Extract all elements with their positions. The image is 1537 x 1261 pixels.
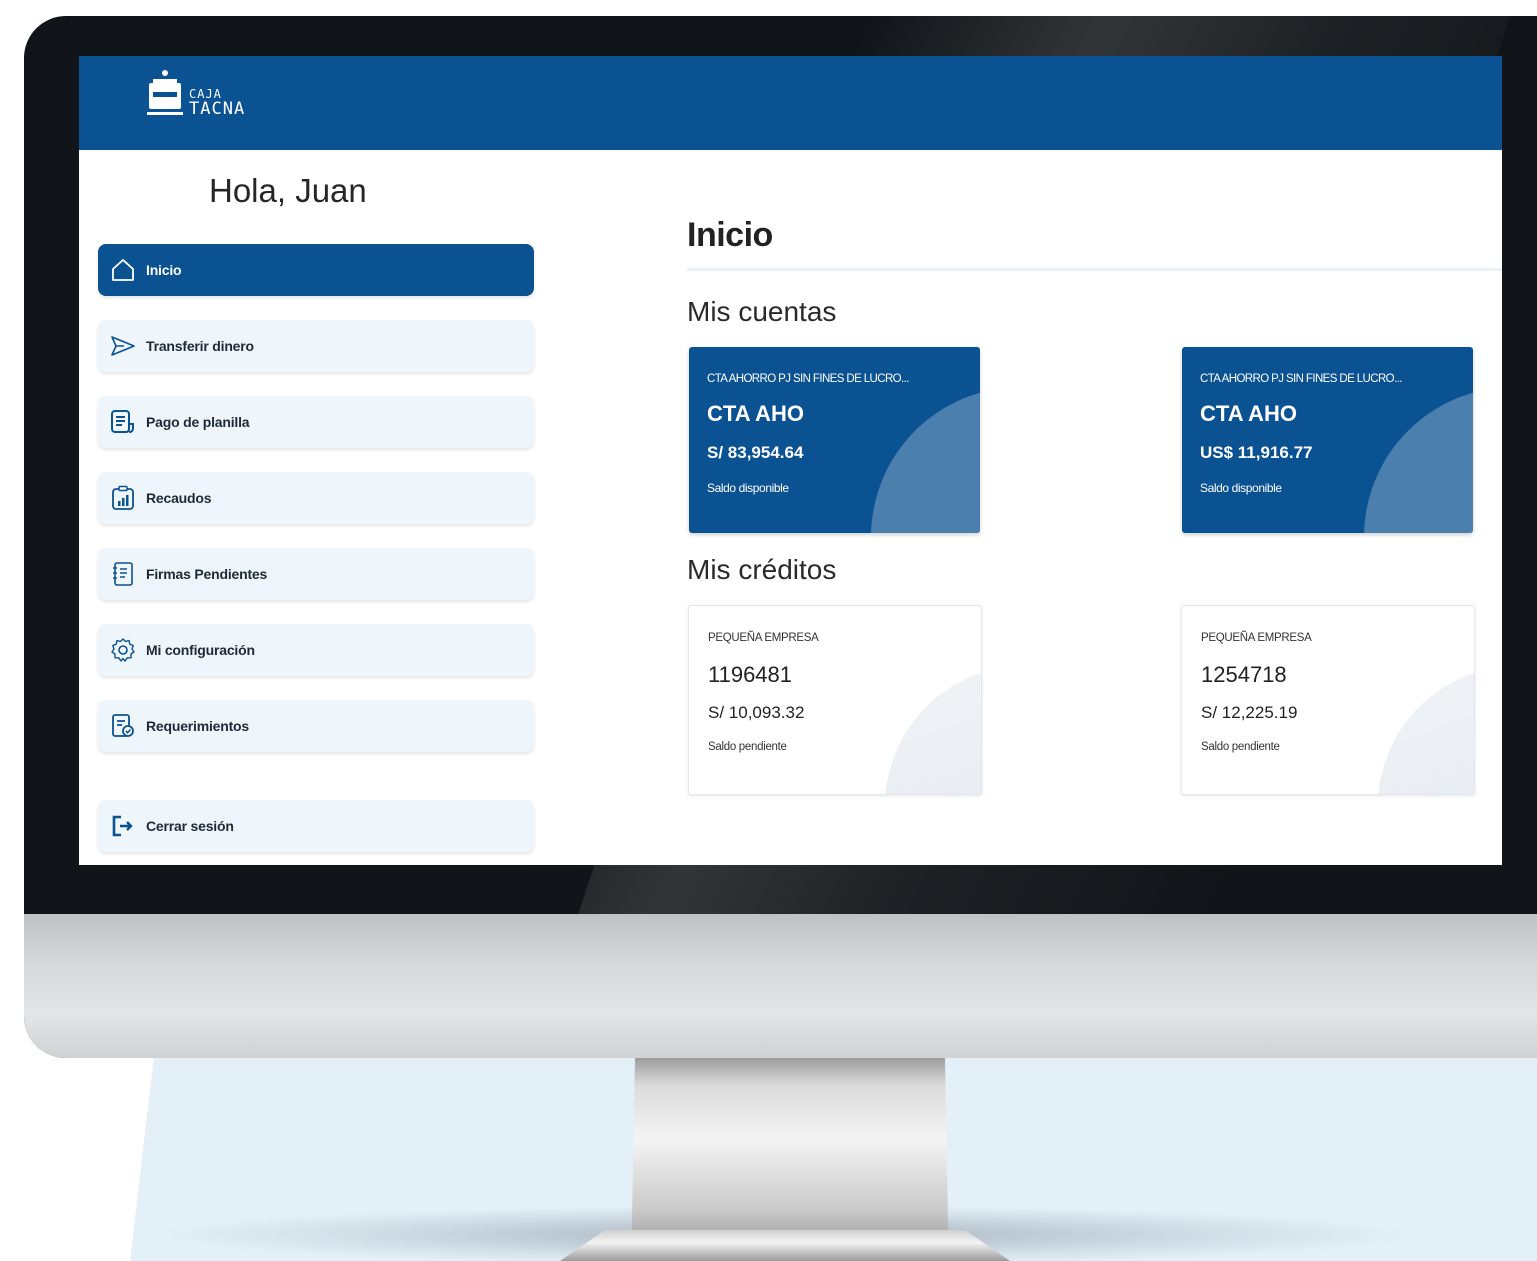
account-type: CTA AHORRO PJ SIN FINES DE LUCRO... <box>707 373 909 385</box>
account-name: CTA AHO <box>1200 401 1297 426</box>
gear-icon <box>110 637 136 663</box>
sidebar-item-label: Inicio <box>146 262 182 278</box>
title-divider <box>687 268 1502 271</box>
logout-icon <box>110 813 136 839</box>
monitor-stand-base <box>560 1230 1010 1261</box>
card-decoration <box>871 387 980 533</box>
sidebar-item-firmas-pendientes[interactable]: Firmas Pendientes <box>98 548 534 600</box>
sidebar-item-label: Mi configuración <box>146 642 255 658</box>
account-balance: S/ 83,954.64 <box>707 443 804 462</box>
logo-text: CAJA TACNA <box>189 87 246 119</box>
sidebar-item-inicio[interactable]: Inicio <box>98 244 534 296</box>
credits-section-title: Mis créditos <box>687 554 837 585</box>
sidebar-item-pago-de-planilla[interactable]: Pago de planilla <box>98 396 534 448</box>
logout-button[interactable]: Cerrar sesión <box>98 800 534 852</box>
card-decoration <box>1364 387 1473 533</box>
credit-balance-caption: Saldo pendiente <box>708 741 787 753</box>
send-icon <box>110 333 136 359</box>
home-icon <box>110 257 136 283</box>
logo-mark-icon <box>145 67 185 119</box>
credit-card[interactable]: PEQUEÑA EMPRESA 1196481 S/ 10,093.32 Sal… <box>688 605 982 795</box>
card-decoration <box>1378 666 1474 794</box>
card-decoration <box>885 666 981 794</box>
credit-number: 1254718 <box>1201 662 1287 687</box>
sidebar-item-transferir-dinero[interactable]: Transferir dinero <box>98 320 534 372</box>
request-form-icon <box>110 713 136 739</box>
logout-label: Cerrar sesión <box>146 818 234 834</box>
credit-balance: S/ 12,225.19 <box>1201 703 1298 722</box>
sidebar-item-mi-configuracion[interactable]: Mi configuración <box>98 624 534 676</box>
sidebar-item-label: Requerimientos <box>146 718 249 734</box>
notebook-icon <box>110 561 136 587</box>
sidebar-item-recaudos[interactable]: Recaudos <box>98 472 534 524</box>
credit-type: PEQUEÑA EMPRESA <box>1201 632 1312 644</box>
credit-balance-caption: Saldo pendiente <box>1201 741 1280 753</box>
accounts-section-title: Mis cuentas <box>687 296 837 327</box>
credit-card[interactable]: PEQUEÑA EMPRESA 1254718 S/ 12,225.19 Sal… <box>1181 605 1475 795</box>
document-icon <box>110 409 136 435</box>
account-card[interactable]: CTA AHORRO PJ SIN FINES DE LUCRO... CTA … <box>1182 347 1473 533</box>
credit-balance: S/ 10,093.32 <box>708 703 805 722</box>
account-balance: US$ 11,916.77 <box>1200 443 1313 462</box>
page-title: Inicio <box>687 216 773 254</box>
logo-line-2: TACNA <box>189 99 246 119</box>
credit-number: 1196481 <box>708 662 793 687</box>
account-card[interactable]: CTA AHORRO PJ SIN FINES DE LUCRO... CTA … <box>689 347 980 533</box>
greeting: Hola, Juan <box>209 172 367 209</box>
sidebar-item-label: Firmas Pendientes <box>146 566 268 582</box>
monitor-stand <box>632 1050 948 1250</box>
app-screen: CAJA TACNA Hola, Juan Inicio Transferir … <box>79 56 1502 865</box>
sidebar-item-label: Recaudos <box>146 490 212 506</box>
sidebar-item-label: Pago de planilla <box>146 414 250 430</box>
sidebar-item-requerimientos[interactable]: Requerimientos <box>98 700 534 752</box>
chart-report-icon <box>110 485 136 511</box>
account-balance-caption: Saldo disponible <box>1200 481 1282 495</box>
account-type: CTA AHORRO PJ SIN FINES DE LUCRO... <box>1200 373 1402 385</box>
monitor-chin <box>24 914 1537 1058</box>
account-balance-caption: Saldo disponible <box>707 481 789 495</box>
account-name: CTA AHO <box>707 401 804 426</box>
top-bar: CAJA TACNA <box>79 56 1502 150</box>
sidebar-item-label: Transferir dinero <box>146 338 254 354</box>
credit-type: PEQUEÑA EMPRESA <box>708 632 819 644</box>
caja-tacna-logo[interactable]: CAJA TACNA <box>145 67 245 119</box>
